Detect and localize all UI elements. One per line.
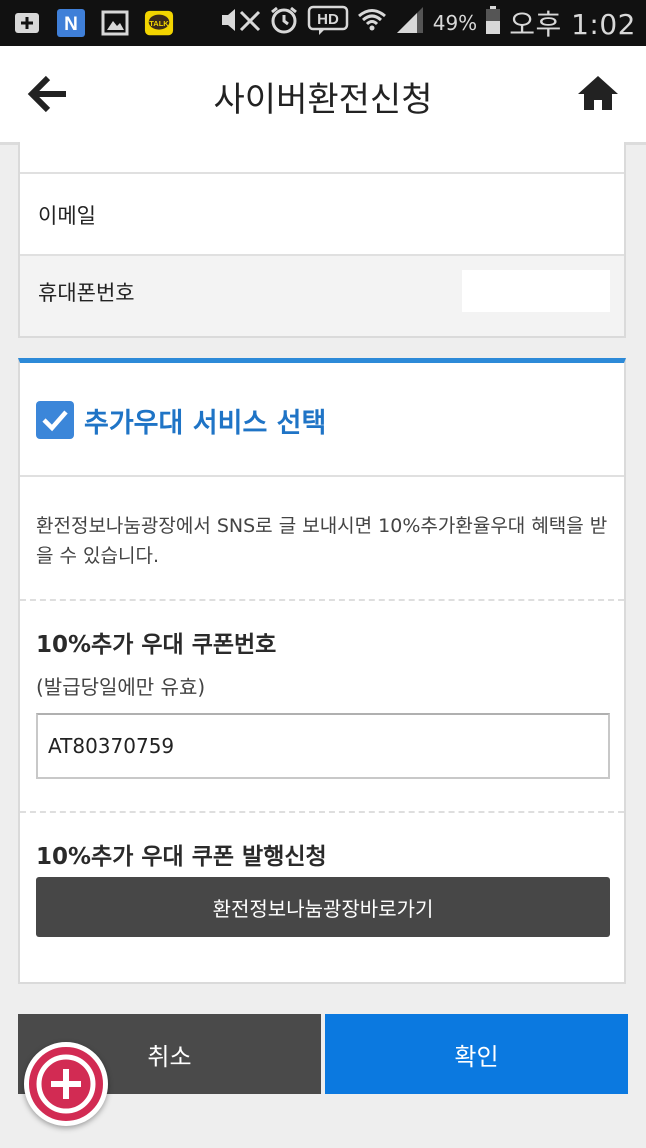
gallery-icon xyxy=(100,8,130,38)
floating-add-button[interactable] xyxy=(24,1042,108,1126)
extra-service-description: 환전정보나눔광장에서 SNS로 글 보내시면 10%추가환율우대 혜택을 받을 … xyxy=(36,515,608,567)
email-label: 이메일 xyxy=(38,204,96,228)
extra-service-title: 추가우대 서비스 선택 xyxy=(84,408,327,439)
coupon-section-title: 10%추가 우대 쿠폰번호 xyxy=(36,632,277,658)
app-header: 사이버환전신청 xyxy=(0,46,646,145)
svg-text:N: N xyxy=(64,14,78,35)
divider xyxy=(20,811,624,813)
svg-text:HD: HD xyxy=(317,11,339,28)
extra-service-header: 추가우대 서비스 선택 xyxy=(20,363,624,477)
extra-service-card: 추가우대 서비스 선택 환전정보나눔광장에서 SNS로 글 보내시면 10%추가… xyxy=(18,358,626,984)
coupon-number-input[interactable] xyxy=(36,713,610,779)
coupon-issue-title: 10%추가 우대 쿠폰 발행신청 xyxy=(36,844,327,870)
naver-icon: N xyxy=(56,8,86,38)
phone-field[interactable] xyxy=(462,270,610,312)
mute-icon xyxy=(219,5,261,42)
alarm-icon xyxy=(269,5,299,42)
clock: 오후 1:02 xyxy=(509,8,636,41)
page-title: 사이버환전신청 xyxy=(213,80,433,120)
email-row: 이메일 xyxy=(20,172,624,256)
contact-card: 이메일 휴대폰번호 xyxy=(18,142,626,338)
home-icon[interactable] xyxy=(576,72,620,116)
svg-text:TALK: TALK xyxy=(149,19,169,28)
hd-icon: HD xyxy=(307,4,349,43)
plus-icon xyxy=(36,1054,96,1114)
status-bar: N TALK HD 49% 오후 1:02 xyxy=(0,0,646,46)
confirm-button[interactable]: 확인 xyxy=(325,1014,628,1094)
wifi-icon xyxy=(357,5,387,42)
extra-service-checkbox[interactable] xyxy=(36,401,74,439)
signal-icon xyxy=(395,5,425,42)
add-box-icon xyxy=(12,8,42,38)
phone-label: 휴대폰번호 xyxy=(38,281,135,305)
phone-row: 휴대폰번호 xyxy=(20,256,624,336)
battery-percent: 49% xyxy=(432,11,478,35)
coupon-note: (발급당일에만 유효) xyxy=(36,675,206,699)
checkmark-icon xyxy=(42,410,68,432)
kakaotalk-icon: TALK xyxy=(144,8,174,38)
go-to-info-plaza-button[interactable]: 환전정보나눔광장바로가기 xyxy=(36,877,610,937)
divider xyxy=(20,599,624,601)
battery-icon xyxy=(485,5,501,42)
